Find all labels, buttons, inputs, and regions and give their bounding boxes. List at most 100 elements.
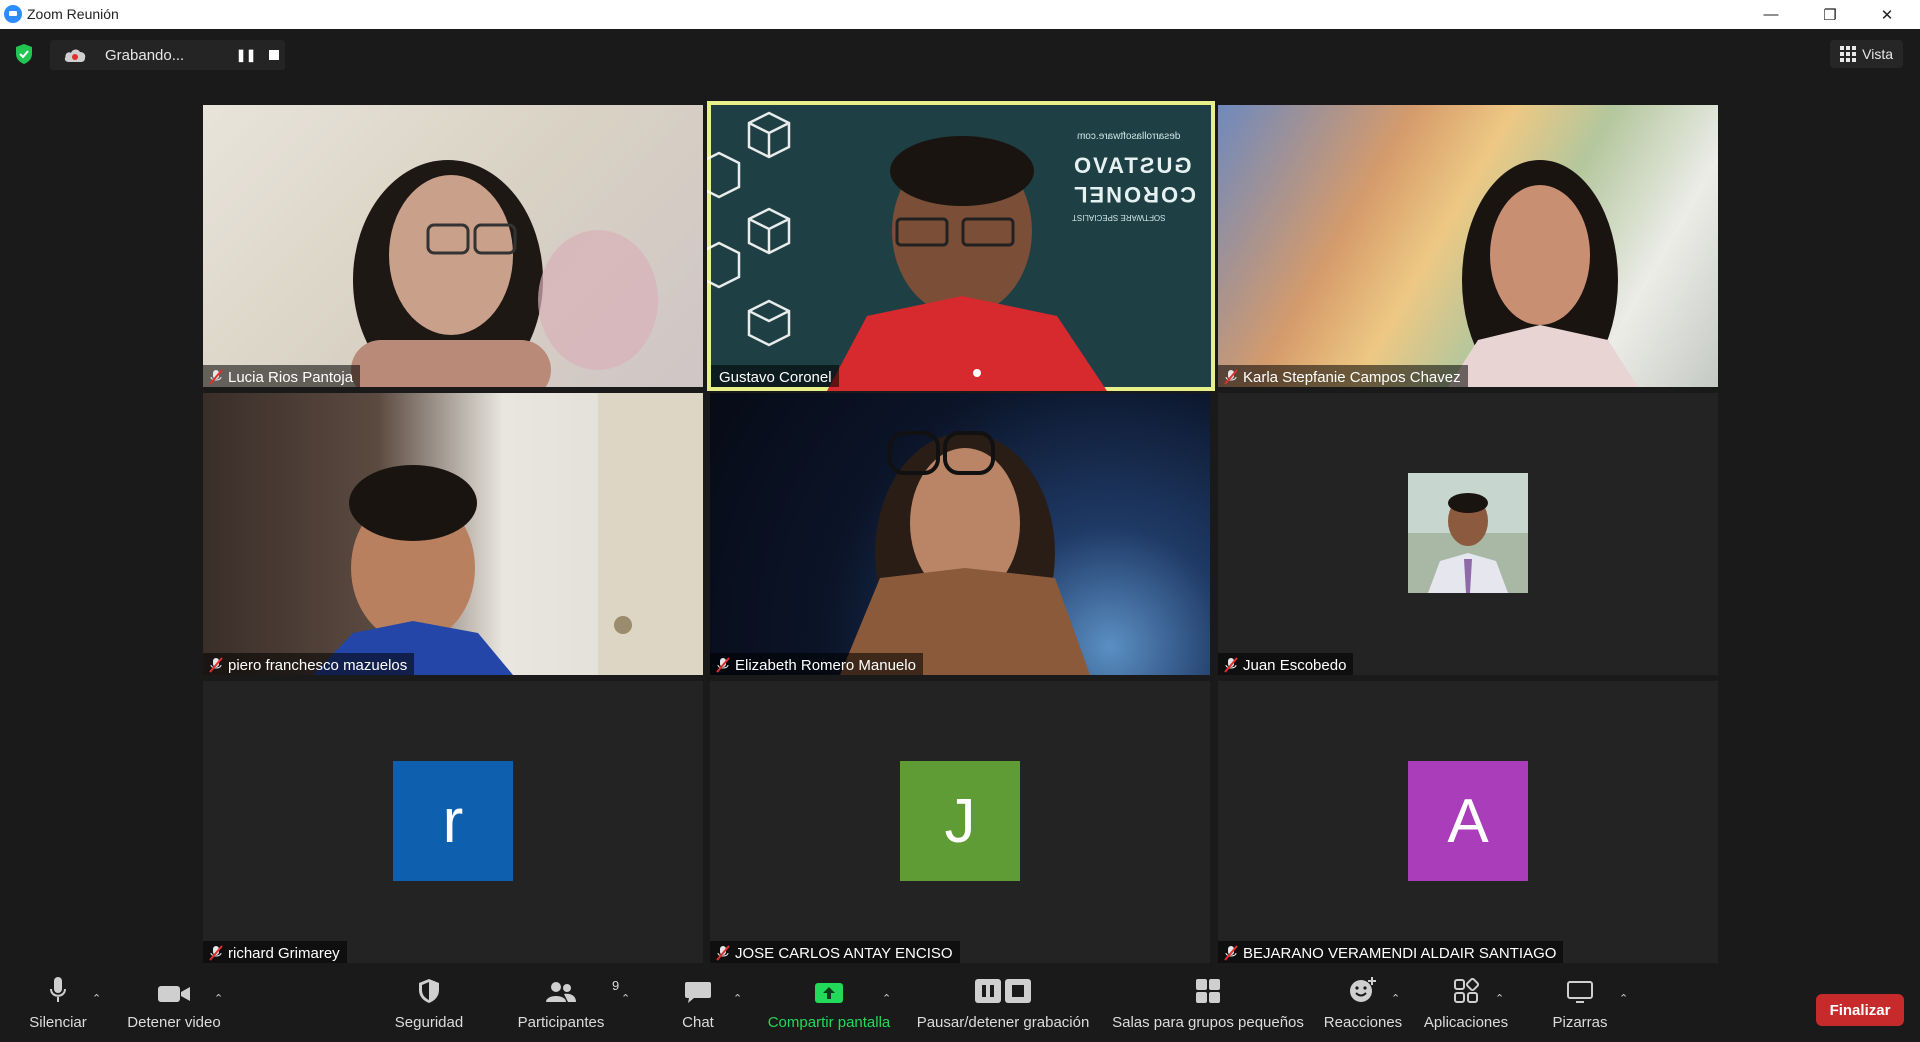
participants-icon: [546, 982, 576, 1002]
pause-recording-button[interactable]: ❚❚: [231, 48, 261, 62]
share-options-caret[interactable]: ⌃: [882, 992, 891, 1005]
participant-video: [707, 111, 1107, 391]
muted-mic-icon: [716, 657, 730, 673]
participant-initial-avatar: J: [900, 761, 1020, 881]
virtual-background-line1: GUSTAVO: [1072, 153, 1192, 178]
muted-mic-icon: [209, 369, 223, 385]
participant-name-bar: Lucia Rios Pantoja: [203, 365, 361, 387]
breakout-rooms-button[interactable]: Salas para grupos pequeños: [1108, 972, 1308, 1042]
muted-mic-icon: [1224, 369, 1238, 385]
participant-video: [313, 393, 703, 675]
pause-stop-recording-label: Pausar/detener grabación: [916, 1014, 1090, 1031]
participant-name-bar: BEJARANO VERAMENDI ALDAIR SANTIAGO: [1218, 941, 1564, 963]
pause-stop-recording-button[interactable]: Pausar/detener grabación: [910, 972, 1096, 1042]
participant-name-bar: Elizabeth Romero Manuelo: [710, 653, 923, 675]
participant-initial-avatar: r: [393, 761, 513, 881]
video-camera-icon: [158, 986, 190, 1002]
cloud-record-icon: [64, 49, 86, 62]
participant-name-bar: piero franchesco mazuelos: [203, 653, 415, 675]
end-meeting-button[interactable]: Finalizar: [1816, 994, 1904, 1026]
participant-name-bar: Juan Escobedo: [1218, 653, 1354, 675]
apps-label: Aplicaciones: [1423, 1014, 1509, 1031]
participant-name: Gustavo Coronel: [719, 368, 832, 386]
smiley-reaction-icon: [1350, 977, 1376, 1002]
video-tile[interactable]: A BEJARANO VERAMENDI ALDAIR SANTIAGO: [1218, 681, 1718, 963]
apps-button[interactable]: Aplicaciones: [1418, 972, 1514, 1042]
share-screen-button[interactable]: Compartir pantalla: [758, 972, 900, 1042]
profile-photo: [1408, 473, 1528, 593]
chat-options-caret[interactable]: ⌃: [733, 992, 742, 1005]
participant-name-bar: richard Grimarey: [203, 941, 347, 963]
recording-indicator: Grabando... ❚❚: [50, 40, 285, 70]
microphone-icon: [50, 977, 66, 1002]
mute-button[interactable]: Silenciar: [22, 972, 94, 1042]
reactions-options-caret[interactable]: ⌃: [1391, 992, 1400, 1005]
breakout-rooms-label: Salas para grupos pequeños: [1112, 1014, 1304, 1031]
participant-video: [840, 431, 1090, 675]
security-shield-icon: [419, 979, 439, 1003]
participant-name-bar: Gustavo Coronel: [711, 365, 839, 387]
whiteboards-options-caret[interactable]: ⌃: [1619, 992, 1628, 1005]
meeting-toolbar: Silenciar ⌃ Detener video ⌃ Seguridad 9 …: [0, 972, 1920, 1042]
video-tile[interactable]: Elizabeth Romero Manuelo: [710, 393, 1210, 675]
grid-icon: [1840, 46, 1857, 62]
encryption-shield-icon[interactable]: [14, 43, 34, 65]
mute-label: Silenciar: [29, 1014, 87, 1031]
close-button[interactable]: ✕: [1864, 0, 1910, 29]
stop-recording-button[interactable]: [269, 50, 279, 60]
virtual-background-line3: SOFTWARE SPECIALIST: [1072, 213, 1166, 222]
reactions-label: Reacciones: [1323, 1014, 1403, 1031]
participant-name: Juan Escobedo: [1243, 656, 1347, 674]
apps-icon: [1454, 978, 1479, 1003]
video-tile[interactable]: r richard Grimarey: [203, 681, 703, 963]
recording-label: Grabando...: [105, 46, 185, 64]
mute-options-caret[interactable]: ⌃: [92, 992, 101, 1005]
video-options-caret[interactable]: ⌃: [214, 992, 223, 1005]
video-tile[interactable]: piero franchesco mazuelos: [203, 393, 703, 675]
video-tile[interactable]: Juan Escobedo: [1218, 393, 1718, 675]
muted-mic-icon: [209, 657, 223, 673]
share-screen-label: Compartir pantalla: [767, 1014, 891, 1031]
reactions-button[interactable]: Reacciones: [1320, 972, 1406, 1042]
whiteboards-button[interactable]: Pizarras: [1540, 972, 1620, 1042]
participants-count: 9: [612, 978, 620, 993]
zoom-logo-icon: [4, 5, 22, 23]
security-label: Seguridad: [394, 1014, 464, 1031]
participants-options-caret[interactable]: ⌃: [621, 992, 630, 1005]
whiteboards-label: Pizarras: [1552, 1014, 1608, 1031]
minimize-button[interactable]: —: [1748, 0, 1794, 29]
apps-options-caret[interactable]: ⌃: [1495, 992, 1504, 1005]
view-button[interactable]: Vista: [1830, 40, 1903, 68]
participant-initial-avatar: A: [1408, 761, 1528, 881]
video-tile[interactable]: Karla Stepfanie Campos Chavez: [1218, 105, 1718, 387]
meeting-window: Grabando... ❚❚ Vista Lucia Rios Pantoja: [0, 29, 1920, 1042]
chat-button[interactable]: Chat: [668, 972, 728, 1042]
participant-name: BEJARANO VERAMENDI ALDAIR SANTIAGO: [1243, 944, 1557, 962]
restore-button[interactable]: ❐: [1807, 0, 1853, 29]
participant-video: [1218, 105, 1718, 387]
participant-name: JOSE CARLOS ANTAY ENCISO: [735, 944, 953, 962]
muted-mic-icon: [1224, 945, 1238, 961]
muted-mic-icon: [716, 945, 730, 961]
participant-name: Elizabeth Romero Manuelo: [735, 656, 916, 674]
participant-video: [351, 160, 658, 387]
video-tile[interactable]: Lucia Rios Pantoja: [203, 105, 703, 387]
participant-name-bar: Karla Stepfanie Campos Chavez: [1218, 365, 1468, 387]
virtual-background-line2: CORONEL: [1072, 182, 1196, 207]
breakout-rooms-icon: [1196, 979, 1220, 1003]
security-button[interactable]: Seguridad: [385, 972, 473, 1042]
pause-stop-recording-icon: [975, 979, 1031, 1003]
participant-name: richard Grimarey: [228, 944, 340, 962]
participants-button[interactable]: 9 Participantes: [513, 972, 620, 1042]
participant-name: piero franchesco mazuelos: [228, 656, 408, 674]
view-label: Vista: [1862, 46, 1893, 62]
participants-label: Participantes: [517, 1014, 605, 1031]
virtual-background-site: desarrollasoftware.com: [1077, 131, 1181, 142]
title-bar: Zoom Reunión — ❐ ✕: [0, 0, 1920, 29]
video-tile[interactable]: J JOSE CARLOS ANTAY ENCISO: [710, 681, 1210, 963]
muted-mic-icon: [1224, 657, 1238, 673]
stop-video-button[interactable]: Detener video: [122, 972, 226, 1042]
video-tile-active-speaker[interactable]: desarrollasoftware.com GUSTAVO CORONEL S…: [707, 101, 1215, 391]
chat-label: Chat: [682, 1014, 714, 1031]
whiteboard-icon: [1567, 981, 1593, 1003]
